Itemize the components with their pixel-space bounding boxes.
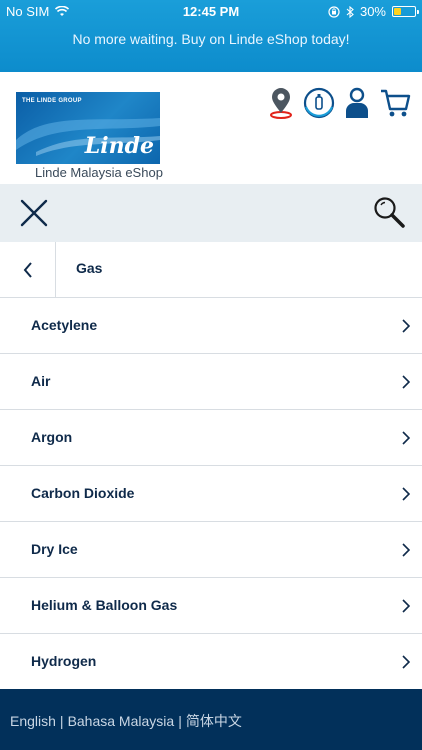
list-item-acetylene[interactable]: Acetylene xyxy=(0,298,422,354)
chevron-right-icon xyxy=(402,599,410,613)
language-switcher: English | Bahasa Malaysia | 简体中文 xyxy=(10,711,242,731)
header: THE LINDE GROUP Linde Linde Malaysia eSh… xyxy=(0,72,422,184)
eshop-label: Linde Malaysia eShop xyxy=(35,165,163,180)
list-item-label: Argon xyxy=(31,429,73,445)
list-item-carbon-dioxide[interactable]: Carbon Dioxide xyxy=(0,466,422,522)
status-bar: No SIM 12:45 PM 30% xyxy=(0,0,422,24)
promo-banner[interactable]: No more waiting. Buy on Linde eShop toda… xyxy=(0,31,422,47)
list-item-label: Helium & Balloon Gas xyxy=(31,597,178,613)
chevron-left-icon xyxy=(23,262,32,278)
language-separator: | xyxy=(178,713,182,729)
chevron-right-icon xyxy=(402,487,410,501)
cylinder-info-icon[interactable] xyxy=(302,86,336,120)
linde-logo[interactable]: THE LINDE GROUP Linde xyxy=(16,92,160,164)
cart-icon[interactable] xyxy=(378,86,412,120)
battery-percent: 30% xyxy=(359,4,386,19)
battery-icon xyxy=(392,6,419,17)
list-item-air[interactable]: Air xyxy=(0,354,422,410)
search-icon xyxy=(374,197,405,228)
category-header: Gas xyxy=(0,242,422,298)
close-icon xyxy=(20,199,48,227)
location-icon[interactable] xyxy=(264,86,298,120)
category-title: Gas xyxy=(76,260,103,276)
chevron-right-icon xyxy=(402,543,410,557)
list-item-label: Acetylene xyxy=(31,317,98,333)
account-icon[interactable] xyxy=(340,86,374,120)
language-bahasa-malaysia[interactable]: Bahasa Malaysia xyxy=(68,713,175,729)
language-separator: | xyxy=(59,713,64,729)
language-english[interactable]: English xyxy=(10,713,56,729)
list-item-label: Hydrogen xyxy=(31,653,97,669)
chevron-right-icon xyxy=(402,319,410,333)
language-chinese[interactable]: 简体中文 xyxy=(186,711,242,731)
back-button[interactable] xyxy=(0,242,56,298)
footer: English | Bahasa Malaysia | 简体中文 xyxy=(0,689,422,750)
list-item-hydrogen[interactable]: Hydrogen xyxy=(0,634,422,690)
top-band: No SIM 12:45 PM 30% No more waiting. Buy… xyxy=(0,0,422,72)
list-item-argon[interactable]: Argon xyxy=(0,410,422,466)
list-item-label: Air xyxy=(31,373,51,389)
chevron-right-icon xyxy=(402,431,410,445)
close-menu-button[interactable] xyxy=(18,197,50,229)
search-button[interactable] xyxy=(372,195,406,229)
list-item-dry-ice[interactable]: Dry Ice xyxy=(0,522,422,578)
logo-group-text: THE LINDE GROUP xyxy=(22,98,82,104)
logo-wordmark: Linde xyxy=(84,133,154,159)
list-item-helium-balloon-gas[interactable]: Helium & Balloon Gas xyxy=(0,578,422,634)
list-item-label: Carbon Dioxide xyxy=(31,485,135,501)
category-list: Acetylene Air Argon Carbon Dioxide Dry I… xyxy=(0,298,422,690)
menu-toolbar xyxy=(0,184,422,242)
list-item-label: Dry Ice xyxy=(31,541,78,557)
bluetooth-icon xyxy=(346,5,354,18)
orientation-lock-icon xyxy=(328,5,340,18)
chevron-right-icon xyxy=(402,375,410,389)
chevron-right-icon xyxy=(402,655,410,669)
